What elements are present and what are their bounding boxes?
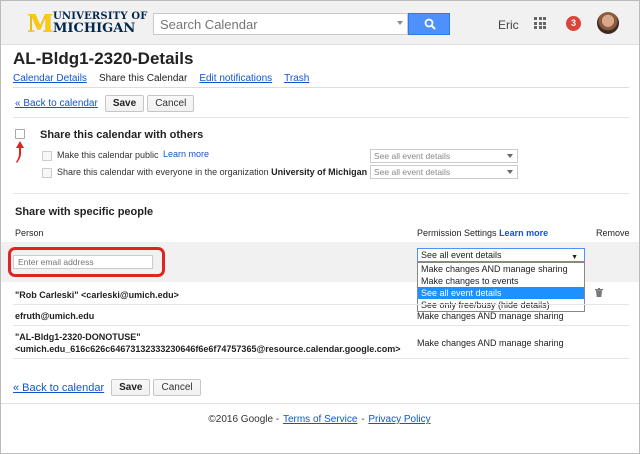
share-org-text: Share this calendar with everyone in the… [57,167,269,177]
trash-icon[interactable] [595,288,603,297]
footer-separator: - [361,414,365,425]
permission-column-header: Permission Settings Learn more [417,228,548,238]
footer: ©2016 Google - Terms of Service - Privac… [1,414,639,425]
email-field[interactable] [13,255,153,269]
back-to-calendar-link[interactable]: « Back to calendar [13,382,104,394]
public-learn-more-link[interactable]: Learn more [163,149,209,159]
table-row-person: "AL-Bldg1-2320-DONOTUSE" [15,332,141,342]
section-divider [13,193,629,194]
tab-calendar-details[interactable]: Calendar Details [13,73,87,84]
permission-option-selected[interactable]: See all event details [418,287,584,299]
permission-select-value: See all event details [421,250,502,260]
make-public-checkbox[interactable] [42,151,52,161]
copyright: ©2016 Google [208,414,274,425]
tab-bar: Calendar Details Share this Calendar Edi… [13,73,321,84]
search-input[interactable] [154,14,394,34]
search-icon [424,18,436,30]
public-permission-value: See all event details [374,151,451,161]
tab-trash[interactable]: Trash [284,73,309,84]
user-name[interactable]: Eric [498,18,519,32]
search-box [153,13,408,35]
table-row-permission: Make changes AND manage sharing [417,338,564,348]
bottom-action-row: « Back to calendar Save Cancel [13,379,201,396]
organization-name: University of Michigan [271,167,368,177]
tabs-divider [13,87,629,88]
chevron-down-icon [507,154,513,158]
table-row-person-email: <umich.edu_616c626c64673132333230646f6e6… [15,344,401,354]
page-title: AL-Bldg1-2320-Details [13,49,194,68]
apps-grid-icon[interactable] [534,17,546,29]
privacy-policy-link[interactable]: Privacy Policy [368,414,430,425]
search-button[interactable] [408,13,450,35]
permission-option[interactable]: See only free/busy (hide details) [418,299,584,311]
share-calendar-checkbox[interactable] [15,129,25,139]
share-org-checkbox[interactable] [42,168,52,178]
row-divider [13,325,629,326]
save-button[interactable]: Save [104,95,145,112]
footer-separator: - [275,414,280,425]
block-m-icon: M [27,8,54,38]
footer-divider [1,403,639,404]
chevron-down-icon [507,170,513,174]
remove-column-header: Remove [596,228,630,238]
specific-people-heading: Share with specific people [15,206,154,218]
share-calendar-label: Share this calendar with others [40,129,204,141]
search-options-caret-icon[interactable] [397,21,403,25]
tab-edit-notifications[interactable]: Edit notifications [199,73,272,84]
org-permission-select[interactable]: See all event details [370,165,518,179]
top-action-row: « Back to calendar Save Cancel [15,95,195,112]
cancel-button[interactable]: Cancel [153,379,201,396]
section-divider [13,117,629,118]
person-column-header: Person [15,228,44,238]
avatar[interactable] [597,12,619,34]
tab-share-this-calendar[interactable]: Share this Calendar [99,73,187,84]
public-permission-select[interactable]: See all event details [370,149,518,163]
table-row-person: efruth@umich.edu [15,311,95,321]
back-to-calendar-link[interactable]: « Back to calendar [15,98,98,109]
permission-learn-more-link[interactable]: Learn more [499,228,548,238]
make-public-label: Make this calendar public [57,150,159,160]
permission-settings-label: Permission Settings [417,228,497,238]
cancel-button[interactable]: Cancel [147,95,195,112]
red-arrow-annotation-icon [16,141,24,163]
row-divider [13,304,629,305]
terms-of-service-link[interactable]: Terms of Service [283,414,357,425]
permission-select[interactable]: See all event details ▼ [417,248,585,262]
notification-badge[interactable]: 3 [566,16,581,31]
org-permission-value: See all event details [374,167,451,177]
logo-line2: MICHIGAN [53,21,136,36]
top-bar: M UNIVERSITY OF MICHIGAN Eric 3 [1,1,639,45]
table-row-person: "Rob Carleski" <carleski@umich.edu> [15,290,179,300]
university-logo[interactable]: M UNIVERSITY OF MICHIGAN [27,8,148,38]
permission-option[interactable]: Make changes AND manage sharing [418,263,584,275]
table-row-permission: Make changes AND manage sharing [417,311,564,321]
permission-option[interactable]: Make changes to events [418,275,584,287]
save-button[interactable]: Save [111,379,151,396]
share-org-label: Share this calendar with everyone in the… [57,167,367,177]
row-divider [13,358,629,359]
